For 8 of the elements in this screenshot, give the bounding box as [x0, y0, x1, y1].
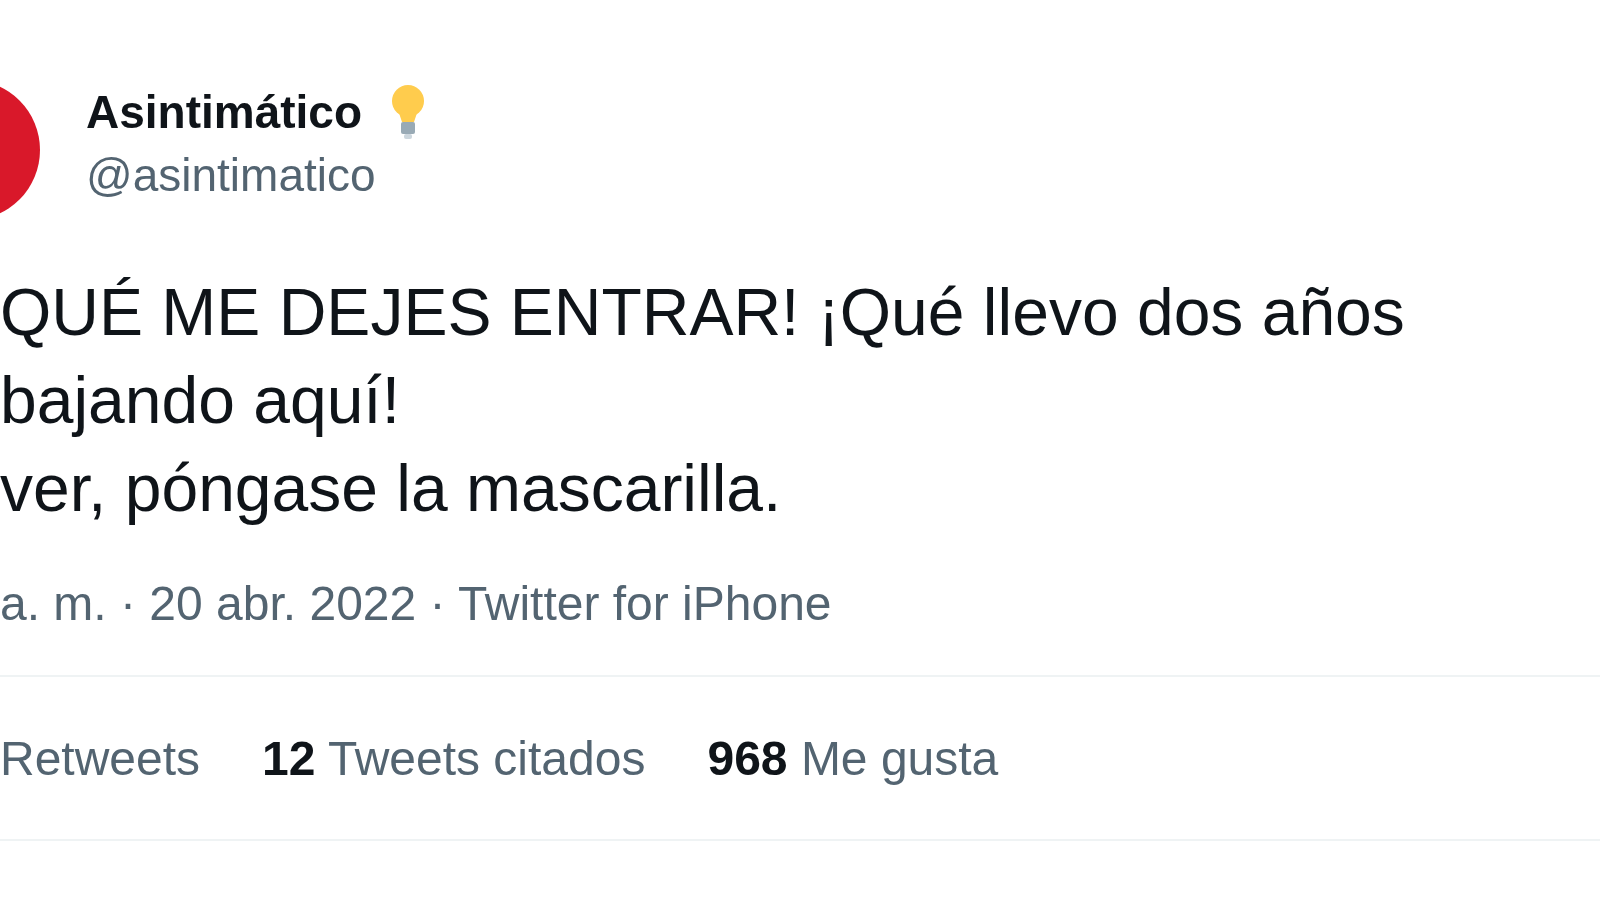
tweet-text: QUÉ ME DEJES ENTRAR! ¡Qué llevo dos años bajando aquí! ver, póngase la mascarilla.	[0, 274, 1405, 527]
tweet-meta: a. m. · 20 abr. 2022 · Twitter for iPhone	[0, 576, 832, 631]
stat-link[interactable]: 968 Me gusta	[707, 730, 999, 786]
stat-link[interactable]: Retweets	[0, 730, 201, 786]
author-name[interactable]: Asintimático	[86, 85, 363, 139]
stat-link[interactable]: 12 Tweets citados	[262, 730, 646, 786]
author-handle[interactable]: @asintimatico	[86, 148, 427, 202]
lightbulb-icon	[390, 84, 427, 140]
